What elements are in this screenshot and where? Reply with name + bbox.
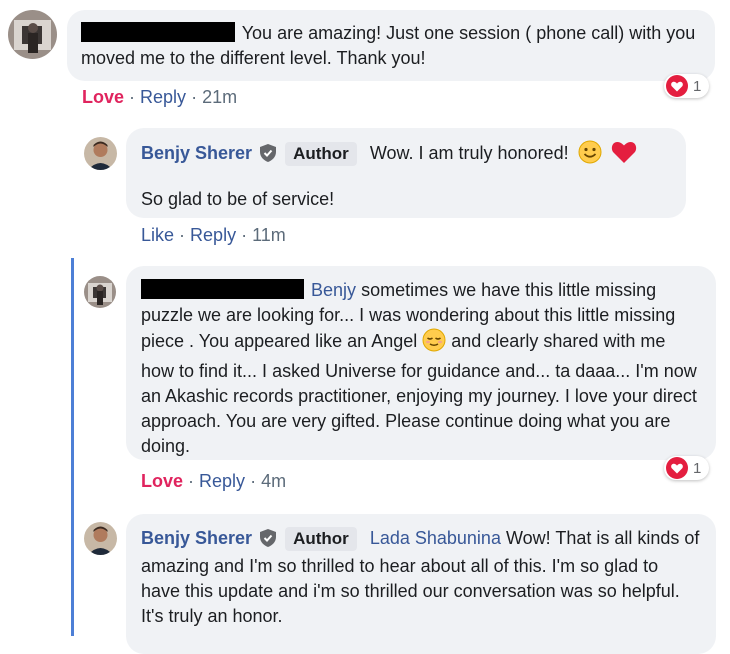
author-name-link[interactable]: Benjy Sherer [141, 143, 252, 163]
author-avatar[interactable] [84, 522, 117, 555]
reply-actions: Like · Reply · 11m [141, 225, 286, 245]
comment-actions: Love · Reply · 21m [82, 87, 238, 107]
timestamp[interactable]: 11m [252, 225, 286, 245]
reply-bubble: Benjy Sherer Author Wow. I am truly hono… [126, 128, 686, 218]
author-badge: Author [285, 142, 357, 166]
author-name-link[interactable]: Benjy Sherer [141, 528, 252, 548]
heart-icon [666, 457, 688, 479]
like-button[interactable]: Like [141, 225, 174, 245]
reaction-summary[interactable]: 1 [664, 74, 710, 98]
author-avatar[interactable] [84, 137, 117, 170]
reply-actions: Love · Reply · 4m [141, 471, 287, 491]
mention-link[interactable]: Benjy [311, 280, 356, 300]
reply-button[interactable]: Reply [140, 87, 186, 107]
shield-check-icon [260, 529, 277, 554]
smiling-face-icon [578, 140, 602, 171]
reply-text: Wow. I am truly honored! [369, 143, 569, 163]
reply-bubble: Benjy sometimes we have this little miss… [126, 266, 716, 460]
reply-thread-line [71, 258, 74, 636]
love-button[interactable]: Love [141, 471, 183, 491]
commenter-avatar[interactable] [84, 276, 116, 308]
heart-icon [666, 75, 688, 97]
reaction-summary[interactable]: 1 [664, 456, 710, 480]
reply-bubble: Benjy Sherer Author Lada Shabunina Wow! … [126, 514, 716, 654]
reaction-count: 1 [693, 77, 702, 95]
reaction-count: 1 [693, 459, 702, 477]
comment-bubble: You are amazing! Just one session ( phon… [67, 10, 715, 81]
red-heart-icon [611, 140, 637, 171]
redacted-name [81, 22, 235, 42]
commenter-avatar[interactable] [8, 10, 57, 59]
shield-check-icon [260, 144, 277, 169]
timestamp[interactable]: 21m [202, 87, 237, 107]
timestamp[interactable]: 4m [261, 471, 286, 491]
mention-link[interactable]: Lada Shabunina [370, 528, 501, 548]
relieved-face-icon [422, 328, 446, 359]
love-button[interactable]: Love [82, 87, 124, 107]
reply-text-line2: So glad to be of service! [141, 189, 335, 209]
author-badge: Author [285, 527, 357, 551]
redacted-name [141, 279, 304, 299]
reply-button[interactable]: Reply [199, 471, 245, 491]
reply-button[interactable]: Reply [190, 225, 236, 245]
